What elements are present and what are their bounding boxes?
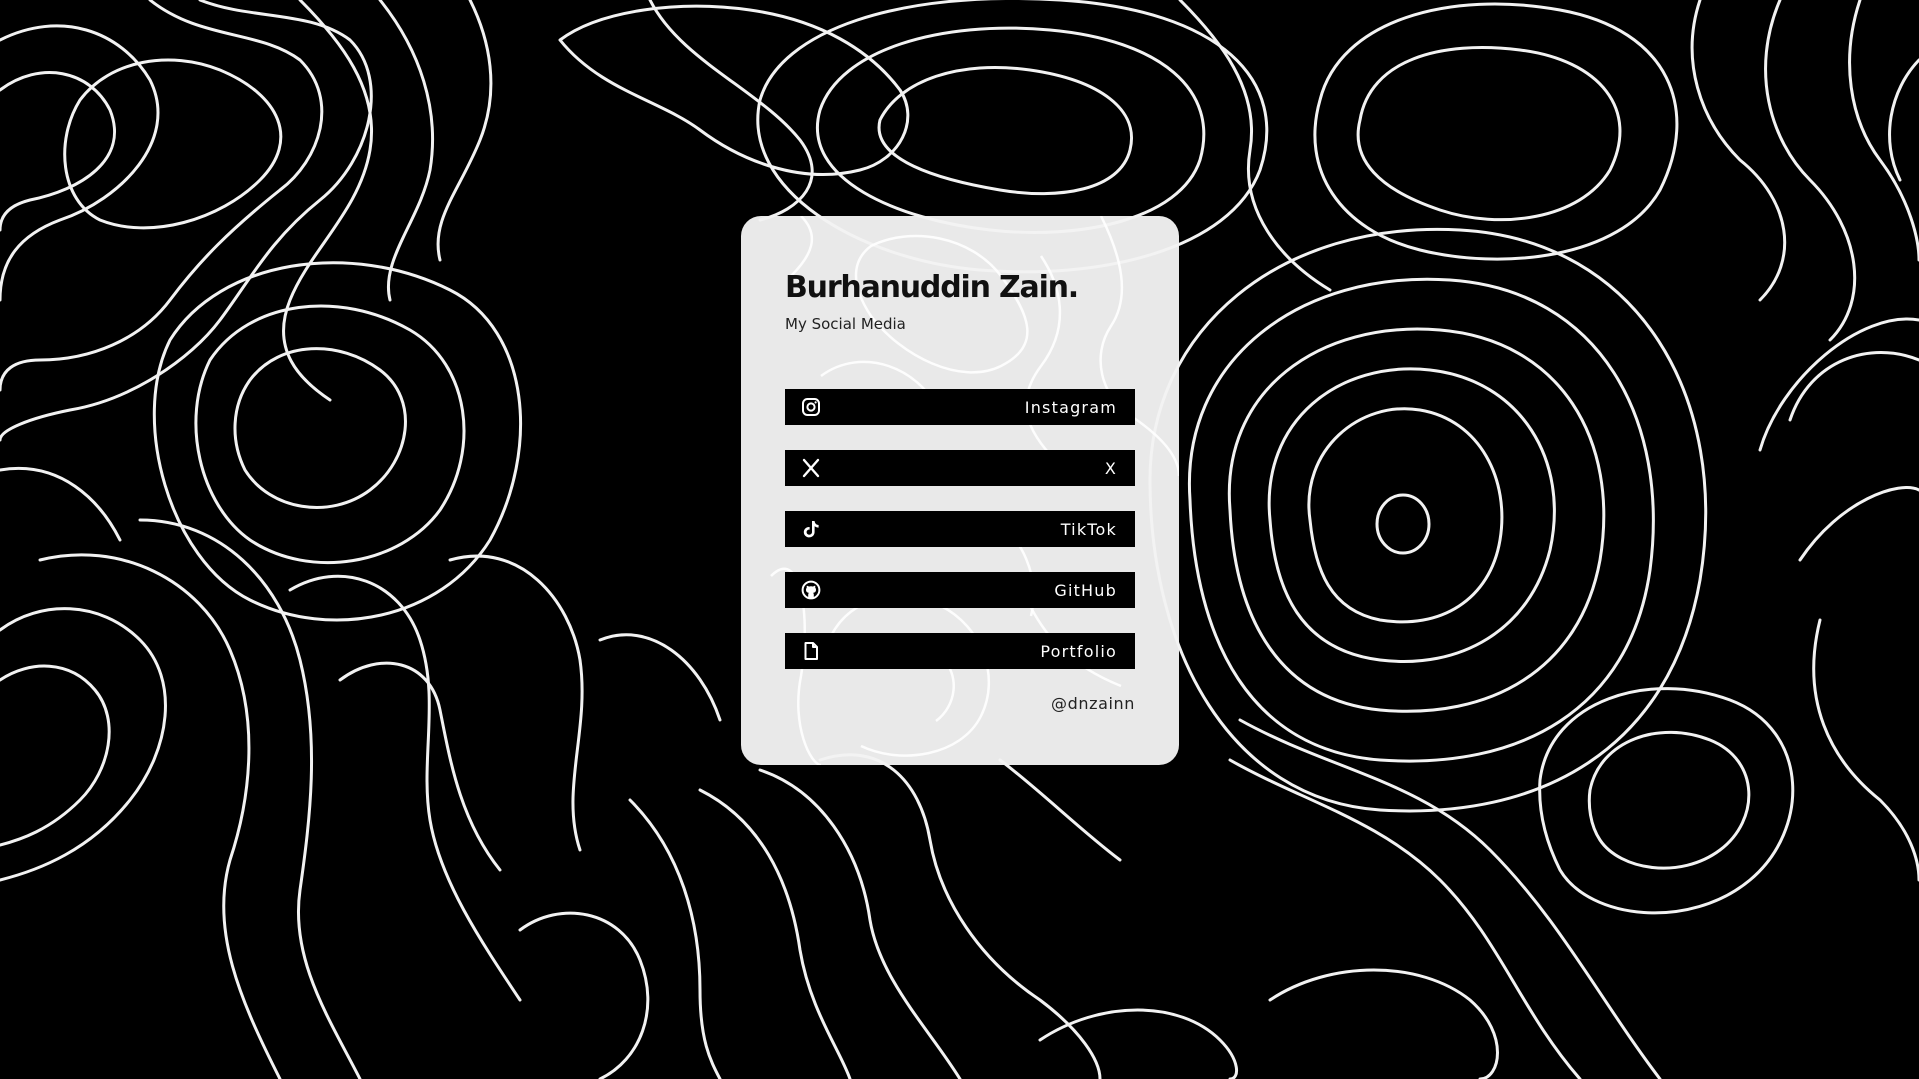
x-link-label: X — [1104, 459, 1117, 478]
tiktok-link-button[interactable]: TikTok — [785, 511, 1135, 547]
profile-card: Burhanuddin Zain. My Social Media Instag… — [741, 216, 1179, 765]
github-icon — [801, 580, 821, 600]
portfolio-link-label: Portfolio — [1040, 642, 1117, 661]
instagram-icon — [801, 397, 821, 417]
profile-subtitle: My Social Media — [785, 315, 906, 333]
instagram-link-button[interactable]: Instagram — [785, 389, 1135, 425]
instagram-link-label: Instagram — [1024, 398, 1117, 417]
github-link-button[interactable]: GitHub — [785, 572, 1135, 608]
x-icon — [801, 458, 821, 478]
x-link-button[interactable]: X — [785, 450, 1135, 486]
github-link-label: GitHub — [1054, 581, 1117, 600]
document-icon — [801, 641, 821, 661]
profile-name: Burhanuddin Zain. — [785, 270, 1079, 305]
portfolio-link-button[interactable]: Portfolio — [785, 633, 1135, 669]
social-links-list: Instagram X TikTok GitHub Portfolio — [785, 389, 1135, 694]
tiktok-link-label: TikTok — [1060, 520, 1117, 539]
profile-handle: @dnzainn — [1050, 694, 1135, 713]
tiktok-icon — [801, 519, 821, 539]
